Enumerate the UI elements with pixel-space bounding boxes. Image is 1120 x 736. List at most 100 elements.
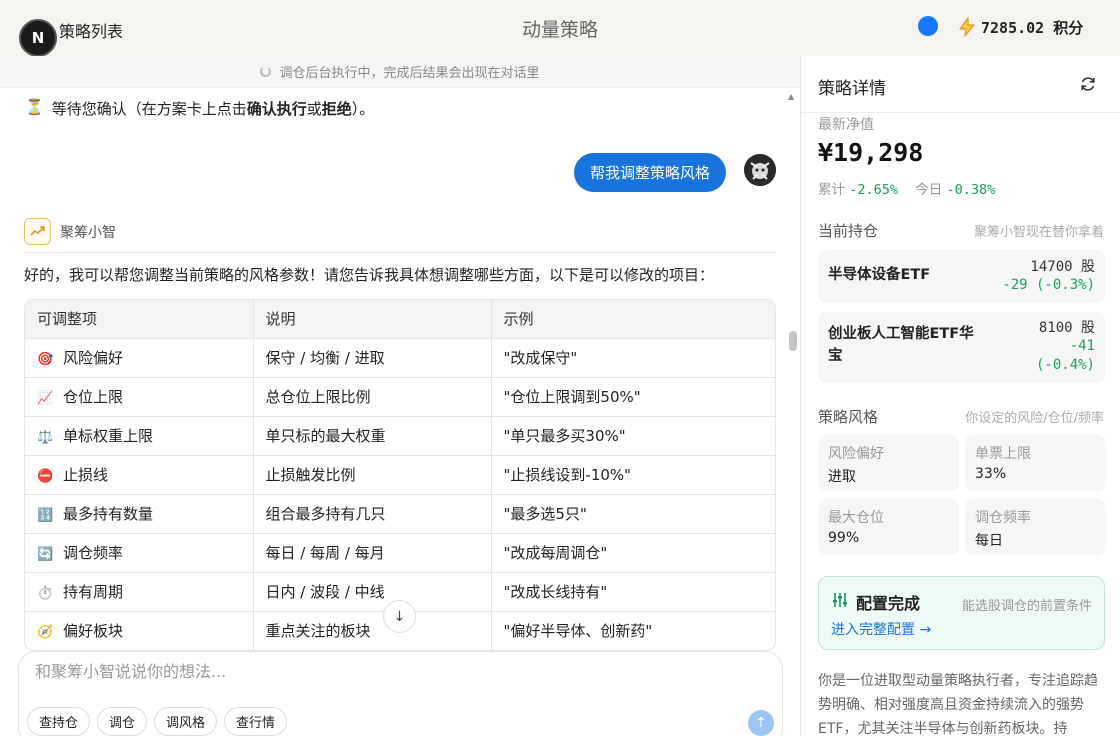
quick-action-chip[interactable]: 调仓 <box>97 707 148 736</box>
status-dot-icon[interactable] <box>918 16 938 36</box>
top-bar: N 策略列表 动量策略 7285.02 积分 <box>0 0 1120 57</box>
nav-label: 最新净值 <box>818 117 874 133</box>
send-button[interactable]: ↑ <box>748 710 774 736</box>
quick-action-chip[interactable]: 查持仓 <box>27 707 91 736</box>
holding-quantity: 8100 股 <box>1038 320 1095 336</box>
holding-name: 创业板人工智能ETF华 宝 <box>828 326 974 364</box>
nav-value: ¥19,298 <box>818 138 924 167</box>
cell-item: ⏱️ 持有周期 <box>25 571 253 611</box>
item-label: 止损线 <box>63 466 109 484</box>
cumulative-label: 累计 <box>818 182 845 198</box>
column-header: 示例 <box>490 300 775 338</box>
cell-description: 止损触发比例 <box>252 454 491 494</box>
item-label: 偏好板块 <box>63 622 124 641</box>
table-header-row: 可调整项 说明 示例 <box>25 300 775 338</box>
cell-item: 🧭 偏好板块 <box>25 610 253 650</box>
style-item-value: 99% <box>828 530 860 546</box>
cell-description: 单只标的最大权重 <box>252 415 491 455</box>
config-subtitle: 能选股调仓的前置条件 <box>961 599 1092 614</box>
lightning-icon <box>959 17 975 37</box>
column-header: 可调整项 <box>25 300 253 338</box>
full-config-link[interactable]: 进入完整配置 → <box>831 619 931 639</box>
item-label: 仓位上限 <box>63 388 124 406</box>
config-complete-card[interactable]: 配置完成 能选股调仓的前置条件 进入完整配置 → <box>818 576 1105 650</box>
waiting-text: 等待您确认（在方案卡上点击确认执行或拒绝）。 <box>51 100 375 118</box>
cell-description: 组合最多持有几只 <box>252 493 491 533</box>
style-item-label: 单票上限 <box>975 446 1031 462</box>
holding-card[interactable]: 创业板人工智能ETF华 宝 8100 股 -41 (-0.4%) <box>818 312 1105 383</box>
item-label: 单标权重上限 <box>63 427 154 445</box>
row-emoji-icon: ⏱️ <box>37 586 54 601</box>
table-row: ⛔ 止损线 止损触发比例 "止损线设到-10%" <box>25 454 775 494</box>
row-emoji-icon: 🔢 <box>37 508 54 523</box>
cumulative-value: -2.65% <box>849 182 899 198</box>
holding-card[interactable]: 半导体设备ETF 14700 股 -29 (-0.3%) <box>818 250 1105 303</box>
table-row: 📈 仓位上限 总仓位上限比例 "仓位上限调到50%" <box>25 376 775 416</box>
holding-change: -41 (-0.4%) <box>1035 338 1095 373</box>
table-row: 🎯 风险偏好 保守 / 均衡 / 进取 "改成保守" <box>25 337 775 377</box>
scrollbar-thumb[interactable] <box>789 331 797 351</box>
style-item[interactable]: 最大仓位 99% <box>818 499 959 555</box>
row-emoji-icon: 🔄 <box>37 547 54 562</box>
rebalance-banner: 调仓后台执行中，完成后结果会出现在对话里 <box>0 56 800 88</box>
style-item-value: 33% <box>975 466 1007 482</box>
returns-row: 累计 -2.65% 今日 -0.38% <box>818 178 995 198</box>
style-subtitle: 你设定的风险/仓位/频率 <box>965 411 1104 426</box>
cell-example: "最多选5只" <box>490 493 775 533</box>
cell-item: 🔄 调仓频率 <box>25 532 253 572</box>
user-avatar[interactable] <box>744 154 776 186</box>
style-item-value: 进取 <box>828 469 856 485</box>
style-item[interactable]: 单票上限 33% <box>965 435 1106 491</box>
cell-example: "偏好半导体、创新药" <box>490 610 775 650</box>
holding-quantity: 14700 股 <box>1030 259 1095 275</box>
item-label: 风险偏好 <box>63 349 124 367</box>
loading-spinner-icon <box>260 66 272 77</box>
strategy-detail-panel: 策略详情 最新净值 ¥19,298 累计 -2.65% 今日 -0.38% 当前… <box>800 56 1120 736</box>
today-label: 今日 <box>915 182 943 198</box>
adjustable-items-table: 可调整项 说明 示例 🎯 风险偏好 保守 / 均衡 / 进取 "改成保守" 📈 仓位上限 总… <box>24 299 776 651</box>
panel-header: 策略详情 <box>801 56 1120 113</box>
refresh-icon[interactable] <box>1079 75 1097 93</box>
chat-area: 调仓后台执行中，完成后结果会出现在对话里 ⏳ 等待您确认（在方案卡上点击确认执行… <box>0 56 800 736</box>
chat-input[interactable] <box>35 662 735 681</box>
user-message-bubble: 帮我调整策略风格 <box>574 153 727 192</box>
quick-action-chip[interactable]: 查行情 <box>224 707 288 736</box>
cell-item: 📈 仓位上限 <box>25 376 253 416</box>
bot-name: 聚筹小智 <box>60 225 116 241</box>
cell-example: "改成每周调仓" <box>490 532 775 572</box>
quick-actions: 查持仓 调仓 调风格 查行情 <box>27 707 288 736</box>
chat-scrollbar[interactable]: ▲ <box>787 88 799 736</box>
row-emoji-icon: 📈 <box>37 391 54 406</box>
style-item[interactable]: 调仓频率 每日 <box>965 499 1106 555</box>
style-title: 策略风格 <box>818 408 879 426</box>
trend-up-icon <box>30 226 45 236</box>
column-header: 说明 <box>252 300 491 338</box>
table-row: 🔢 最多持有数量 组合最多持有几只 "最多选5只" <box>25 493 775 533</box>
scroll-to-bottom-button[interactable]: ↓ <box>383 600 416 633</box>
today-value: -0.38% <box>946 182 996 198</box>
style-item-value: 每日 <box>975 533 1003 549</box>
cell-description: 重点关注的板块 <box>252 610 491 650</box>
cell-example: "单只最多买30%" <box>490 415 775 455</box>
row-emoji-icon: ⛔ <box>37 469 54 484</box>
cell-description: 日内 / 波段 / 中线 <box>252 571 491 611</box>
cell-item: ⚖️ 单标权重上限 <box>25 415 253 455</box>
item-label: 持有周期 <box>63 583 124 601</box>
cell-item: 🔢 最多持有数量 <box>25 493 253 533</box>
points-balance: 7285.02 积分 <box>981 19 1084 37</box>
message-composer: 查持仓 调仓 调风格 查行情 ↑ <box>18 651 783 736</box>
holdings-subtitle: 聚筹小智现在替你拿着 <box>973 225 1104 240</box>
holding-name: 半导体设备ETF <box>828 267 931 283</box>
row-emoji-icon: 🎯 <box>37 352 54 367</box>
divider <box>24 252 776 253</box>
cell-example: "仓位上限调到50%" <box>490 376 775 416</box>
cell-example: "改成长线持有" <box>490 571 775 611</box>
style-item[interactable]: 风险偏好 进取 <box>818 435 959 491</box>
bot-intro-text: 好的，我可以帮您调整当前策略的风格参数！请您告诉我具体想调整哪些方面，以下是可以… <box>24 266 715 284</box>
page-title: 动量策略 <box>521 19 598 41</box>
scroll-up-icon[interactable]: ▲ <box>788 92 794 101</box>
cell-description: 每日 / 每周 / 每月 <box>252 532 491 572</box>
hourglass-icon: ⏳ <box>25 98 44 116</box>
item-label: 调仓频率 <box>63 544 124 562</box>
quick-action-chip[interactable]: 调风格 <box>154 707 218 736</box>
